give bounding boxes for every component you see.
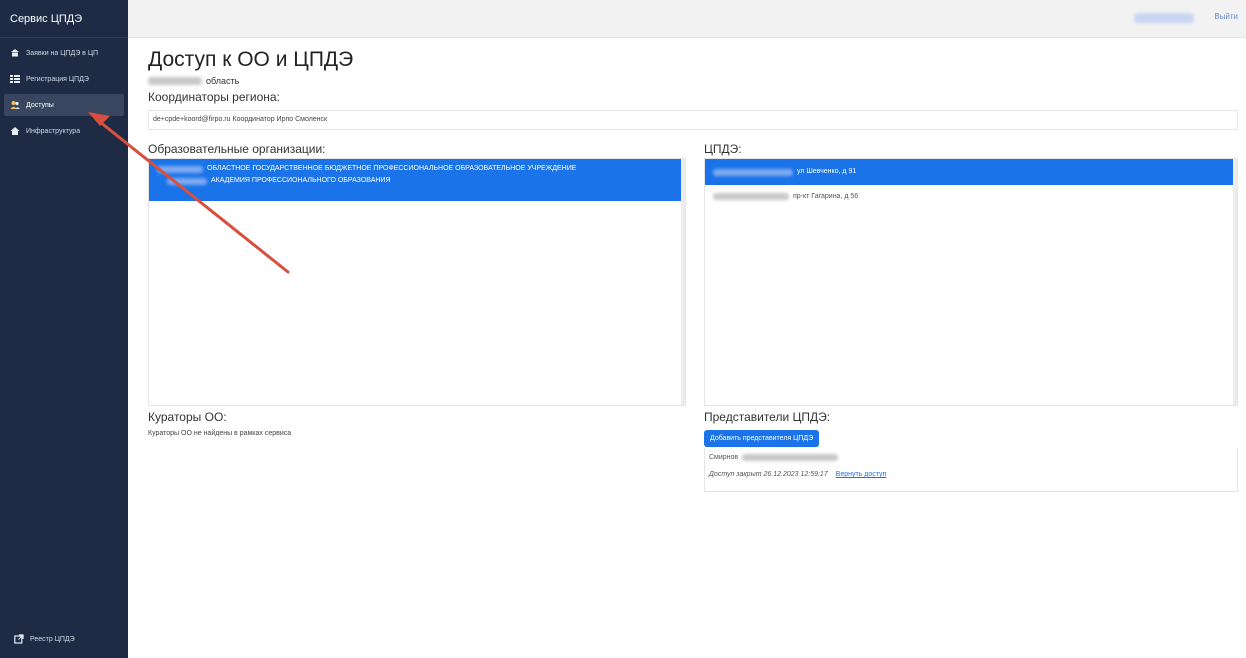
external-link-icon [14,634,24,644]
representative-status-row: Доступ закрыт 26.12.2023 12:59:17 Вернут… [705,461,1237,478]
region-suffix: область [206,76,240,86]
coordinator-entry: de+cpde+koord@firpo.ru Координатор Ирпо … [148,110,1238,130]
orgs-list[interactable]: ОБЛАСТНОЕ ГОСУДАРСТВЕННОЕ БЮДЖЕТНОЕ ПРОФ… [148,158,686,406]
sidebar-item-label: Доступы [26,101,54,109]
representative-card: Смирнов Доступ закрыт 26.12.2023 12:59:1… [704,448,1238,492]
sidebar-item-label: Регистрация ЦПДЭ [26,75,89,83]
orgs-title: Образовательные организации: [148,142,326,156]
cpde-list[interactable]: ул Шевченко, д 91 пр-кт Гагарина, д 56 [704,158,1238,406]
brand-title: Сервис ЦПДЭ [0,0,128,38]
logout-link[interactable]: Выйти [1214,12,1238,21]
region-name-redacted [148,77,202,85]
sidebar: Сервис ЦПДЭ Заявки на ЦПДЭ в ЦП Регистра… [0,0,128,658]
cpde-scrollbar[interactable] [1233,159,1237,405]
sidebar-item-requests[interactable]: Заявки на ЦПДЭ в ЦП [4,42,124,64]
representative-name-redacted [742,454,839,461]
list-icon [10,74,20,84]
cpde-item[interactable]: пр-кт Гагарина, д 56 [705,185,1237,208]
org-name-redacted [157,165,203,173]
sidebar-item-registration[interactable]: Регистрация ЦПДЭ [4,68,124,90]
org-name-line1: ОБЛАСТНОЕ ГОСУДАРСТВЕННОЕ БЮДЖЕТНОЕ ПРОФ… [207,165,577,172]
sidebar-item-access[interactable]: Доступы [4,94,124,116]
representative-surname: Смирнов [709,454,739,461]
sidebar-item-infrastructure[interactable]: Инфраструктура [4,120,124,142]
cpde-title: ЦПДЭ: [704,142,742,156]
home-icon [10,126,20,136]
add-representative-button[interactable]: Добавить представителя ЦПДЭ [704,430,820,447]
curators-title: Кураторы ОО: [148,410,227,424]
orgs-scrollbar[interactable] [681,159,685,405]
sidebar-item-label: Реестр ЦПДЭ [30,635,75,643]
region-name: область [148,76,1238,86]
cpde-name-redacted [713,193,789,200]
coordinators-title: Координаторы региона: [148,90,280,104]
sidebar-item-label: Заявки на ЦПДЭ в ЦП [26,49,99,57]
sidebar-item-registry[interactable]: Реестр ЦПДЭ [8,628,75,650]
cpde-address: пр-кт Гагарина, д 56 [793,193,859,200]
cpde-item-selected[interactable]: ул Шевченко, д 91 [705,159,1237,185]
cpde-address: ул Шевченко, д 91 [797,168,857,175]
users-icon [10,100,20,110]
org-item-selected[interactable]: ОБЛАСТНОЕ ГОСУДАРСТВЕННОЕ БЮДЖЕТНОЕ ПРОФ… [149,159,685,201]
representatives-title: Представители ЦПДЭ: [704,410,831,424]
building-icon [10,48,20,58]
page-title: Доступ к ОО и ЦПДЭ [148,48,354,71]
sidebar-item-label: Инфраструктура [26,127,81,135]
representative-name: Смирнов [705,448,1237,461]
main-content: Доступ к ОО и ЦПДЭ область Координаторы … [148,48,1238,130]
restore-access-link[interactable]: Вернуть доступ [836,471,887,478]
user-name-redacted [1134,13,1194,23]
org-name-redacted [167,177,207,185]
curators-empty-text: Кураторы ОО не найдены в рамках сервиса [148,430,292,437]
access-status-text: Доступ закрыт 26.12.2023 12:59:17 [709,471,828,478]
cpde-name-redacted [713,168,793,176]
org-name-line2: АКАДЕМИЯ ПРОФЕССИОНАЛЬНОГО ОБРАЗОВАНИЯ [211,177,391,184]
top-bar: Выйти [128,0,1246,38]
